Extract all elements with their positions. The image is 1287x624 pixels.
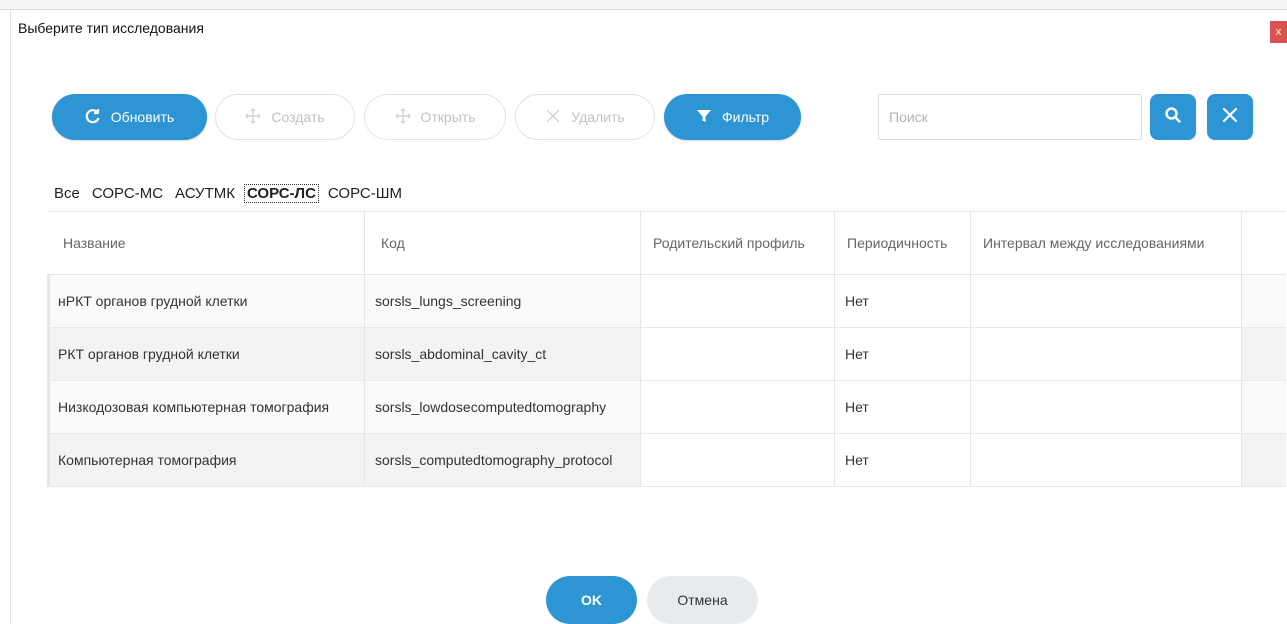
cell-periodicity: Нет xyxy=(835,434,971,486)
cell-name: нРКТ органов грудной клетки xyxy=(47,275,365,327)
close-icon xyxy=(1222,107,1238,128)
open-button-label: Открыть xyxy=(420,109,476,125)
table-row[interactable]: Компьютерная томография sorsls_computedt… xyxy=(47,434,1286,487)
cell-name: РКТ органов грудной клетки xyxy=(47,328,365,380)
table-row[interactable]: нРКТ органов грудной клетки sorsls_lungs… xyxy=(47,275,1286,328)
tab-sors-ms[interactable]: СОРС-МС xyxy=(90,185,165,202)
open-button[interactable]: Открыть xyxy=(364,94,506,140)
cell-filler xyxy=(1242,328,1286,380)
table-header-row: Название Код Родительский профиль Период… xyxy=(47,211,1286,275)
cell-periodicity: Нет xyxy=(835,328,971,380)
cell-parent-profile xyxy=(641,328,835,380)
cell-interval xyxy=(971,328,1242,380)
cell-name: Компьютерная томография xyxy=(47,434,365,486)
delete-button[interactable]: Удалить xyxy=(515,94,655,140)
cell-parent-profile xyxy=(641,434,835,486)
cell-periodicity: Нет xyxy=(835,275,971,327)
filter-button-label: Фильтр xyxy=(721,109,770,125)
dialog-title: Выберите тип исследования xyxy=(18,20,204,36)
cell-filler xyxy=(1242,381,1286,433)
delete-button-label: Удалить xyxy=(571,109,625,125)
column-header-filler xyxy=(1242,212,1286,274)
close-dialog-button[interactable]: x xyxy=(1270,21,1287,43)
create-button-label: Создать xyxy=(271,109,325,125)
clear-search-button[interactable] xyxy=(1207,94,1253,140)
funnel-icon xyxy=(696,108,712,127)
dialog-left-border xyxy=(10,10,11,624)
search-input[interactable] xyxy=(878,94,1142,140)
create-button[interactable]: Создать xyxy=(215,94,355,140)
cell-periodicity: Нет xyxy=(835,381,971,433)
cell-code: sorsls_abdominal_cavity_ct xyxy=(365,328,641,380)
column-header-periodicity[interactable]: Периодичность xyxy=(835,212,971,274)
refresh-icon xyxy=(85,108,101,127)
refresh-button[interactable]: Обновить xyxy=(52,94,207,140)
refresh-button-label: Обновить xyxy=(110,109,175,125)
tab-asutmk[interactable]: АСУТМК xyxy=(173,185,237,202)
move-arrows-icon xyxy=(395,108,411,127)
table-row[interactable]: РКТ органов грудной клетки sorsls_abdomi… xyxy=(47,328,1286,381)
cell-filler xyxy=(1242,434,1286,486)
filter-button[interactable]: Фильтр xyxy=(664,94,801,140)
cell-interval xyxy=(971,434,1242,486)
table-row[interactable]: Низкодозовая компьютерная томография sor… xyxy=(47,381,1286,434)
search-button[interactable] xyxy=(1150,94,1196,140)
cell-code: sorsls_lungs_screening xyxy=(365,275,641,327)
cell-interval xyxy=(971,275,1242,327)
cell-code: sorsls_computedtomography_protocol xyxy=(365,434,641,486)
tab-sors-ls[interactable]: СОРС-ЛС xyxy=(243,184,319,203)
column-header-name[interactable]: Название xyxy=(47,212,365,274)
search-icon xyxy=(1164,106,1182,129)
cell-filler xyxy=(1242,275,1286,327)
cell-parent-profile xyxy=(641,381,835,433)
cell-interval xyxy=(971,381,1242,433)
column-header-code[interactable]: Код xyxy=(365,212,641,274)
cell-code: sorsls_lowdosecomputedtomography xyxy=(365,381,641,433)
ok-button[interactable]: OK xyxy=(546,576,637,624)
column-header-interval[interactable]: Интервал между исследованиями xyxy=(971,212,1242,274)
cell-parent-profile xyxy=(641,275,835,327)
study-types-table: Название Код Родительский профиль Период… xyxy=(47,211,1286,487)
cell-name: Низкодозовая компьютерная томография xyxy=(47,381,365,433)
background-window-strip xyxy=(0,0,1287,10)
category-filter-tabs: Все СОРС-МС АСУТМК СОРС-ЛС СОРС-ШМ xyxy=(52,184,404,203)
column-header-parent-profile[interactable]: Родительский профиль xyxy=(641,212,835,274)
close-icon xyxy=(545,108,561,127)
tab-all[interactable]: Все xyxy=(52,185,82,202)
cancel-button[interactable]: Отмена xyxy=(647,576,758,624)
move-arrows-icon xyxy=(245,108,261,127)
tab-sors-shm[interactable]: СОРС-ШМ xyxy=(326,185,404,202)
